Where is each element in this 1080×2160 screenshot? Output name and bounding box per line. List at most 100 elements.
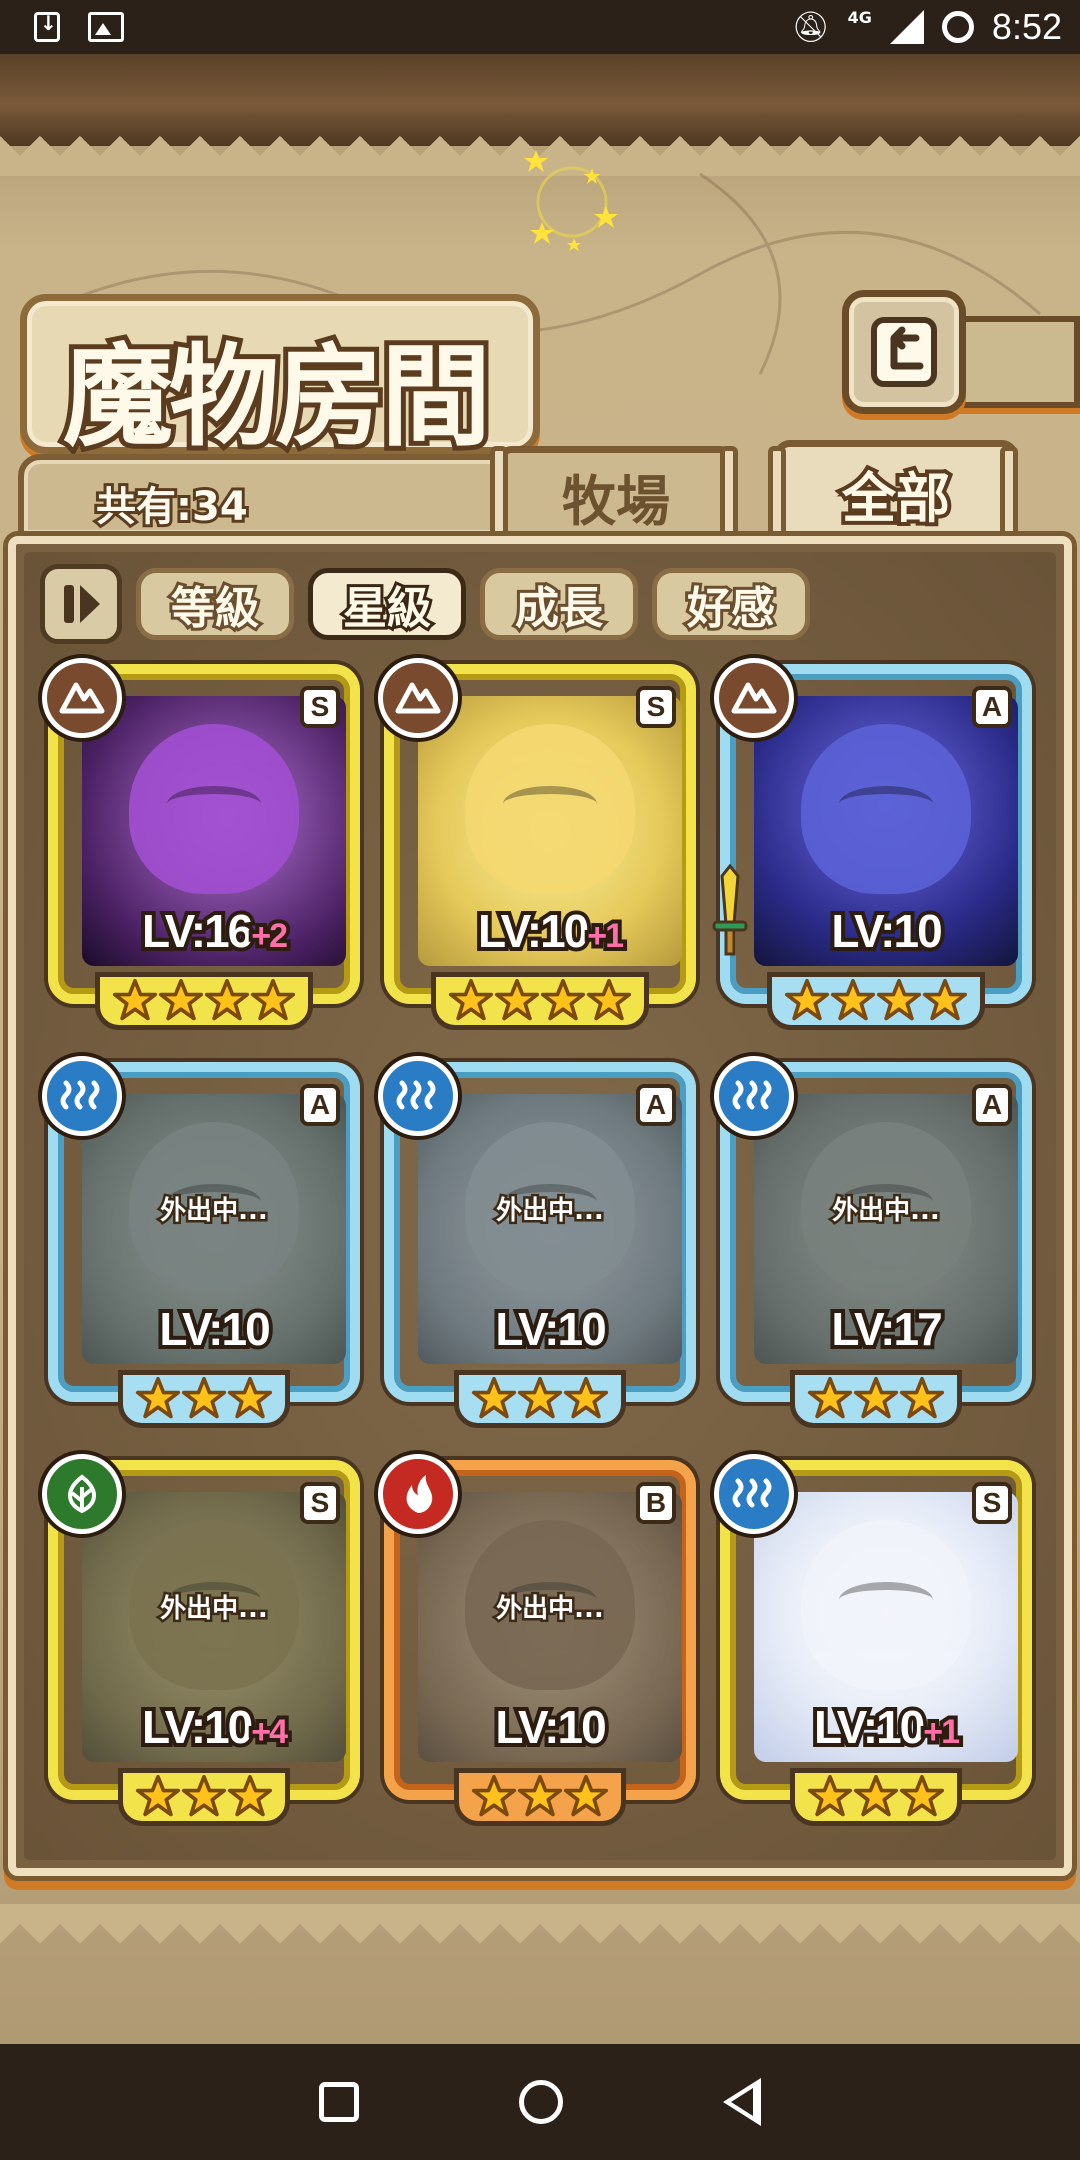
star-rating	[95, 972, 313, 1030]
monster-portrait: LV:16+2	[82, 696, 346, 966]
away-label: 外出中...	[158, 1194, 271, 1229]
monster-portrait: LV:10	[754, 696, 1018, 966]
back-button[interactable]	[842, 290, 966, 414]
home-button[interactable]	[519, 2080, 563, 2124]
away-label: 外出中...	[494, 1592, 607, 1627]
back-nav-button[interactable]	[723, 2078, 761, 2126]
monster-level: LV:10	[82, 1299, 346, 1359]
sort-bar: 等級 星級 成長 好感	[40, 564, 810, 644]
monster-level: LV:17	[754, 1299, 1018, 1359]
monster-card[interactable]: LV:10+1 S	[378, 658, 696, 1032]
star-rating	[431, 972, 649, 1030]
game-screen: 魔物房間 共有:34 牧場 全部 等級 星級 成長 好感 LV:16+2 S L…	[0, 54, 1080, 2044]
rank-badge: S	[300, 1482, 340, 1524]
monster-portrait: LV:10+1	[418, 696, 682, 966]
monster-level: LV:10+1	[754, 1697, 1018, 1757]
notifications-off-icon: 🔕︎	[791, 9, 830, 45]
sort-level-button[interactable]: 等級	[136, 568, 294, 640]
level-bonus: +1	[919, 1709, 964, 1755]
sort-star-button[interactable]: 星級	[308, 568, 466, 640]
monster-level: LV:10+1	[418, 901, 682, 961]
water-element-icon	[714, 1454, 794, 1534]
sort-growth-button[interactable]: 成長	[480, 568, 638, 640]
level-value: LV:17	[827, 1299, 946, 1359]
monster-card[interactable]: 外出中... LV:10 A	[42, 1056, 360, 1430]
pause-sort-icon	[64, 585, 100, 623]
wood-element-icon	[42, 1454, 122, 1534]
earth-element-icon	[378, 658, 458, 738]
water-element-icon	[378, 1056, 458, 1136]
away-label: 外出中...	[494, 1194, 607, 1229]
monster-portrait: 外出中... LV:10	[82, 1094, 346, 1364]
recents-button[interactable]	[319, 2082, 359, 2122]
monster-level: LV:10+4	[82, 1697, 346, 1757]
star-rating	[454, 1370, 626, 1428]
monster-character	[465, 724, 635, 895]
network-type: 4G	[847, 7, 872, 27]
monster-card[interactable]: LV:10 A	[712, 658, 1032, 1032]
sync-icon	[941, 11, 974, 43]
rank-badge: A	[300, 1084, 340, 1126]
level-value: LV:16	[138, 901, 257, 961]
monster-count: 共有:34	[93, 481, 251, 533]
monster-card[interactable]: 外出中... LV:10 A	[378, 1056, 696, 1430]
level-bonus: +1	[583, 913, 628, 959]
sword-icon	[712, 864, 748, 956]
sort-order-toggle[interactable]	[40, 564, 122, 644]
monster-portrait: LV:10+1	[754, 1492, 1018, 1762]
fire-element-icon	[378, 1454, 458, 1534]
page-title: 魔物房間	[58, 327, 496, 466]
monster-character	[801, 1520, 971, 1691]
tab-divider	[768, 446, 786, 542]
earth-element-icon	[42, 658, 122, 738]
monster-level: LV:10	[418, 1697, 682, 1757]
away-label: 外出中...	[158, 1592, 271, 1627]
level-value: LV:10	[491, 1697, 610, 1757]
rank-badge: A	[972, 1084, 1012, 1126]
star-rating	[790, 1370, 962, 1428]
rank-badge: S	[972, 1482, 1012, 1524]
loading-stars-icon	[524, 150, 618, 251]
monster-level: LV:16+2	[82, 901, 346, 961]
monster-card[interactable]: 外出中... LV:17 A	[714, 1056, 1032, 1430]
monster-card[interactable]: LV:10+1 S	[714, 1454, 1032, 1828]
tab-divider	[490, 446, 508, 542]
download-icon	[34, 11, 60, 42]
image-icon	[88, 12, 124, 42]
monster-portrait: 外出中... LV:10	[418, 1492, 682, 1762]
monster-portrait: 外出中... LV:10	[418, 1094, 682, 1364]
rank-badge: A	[636, 1084, 676, 1126]
tab-divider	[720, 446, 738, 542]
title-plate: 魔物房間	[20, 294, 540, 466]
star-rating	[790, 1768, 962, 1826]
clock: 8:52	[991, 6, 1062, 47]
water-element-icon	[42, 1056, 122, 1136]
monster-card[interactable]: LV:16+2 S	[42, 658, 360, 1032]
monster-card[interactable]: 外出中... LV:10+4 S	[42, 1454, 360, 1828]
monster-card[interactable]: 外出中... LV:10 B	[378, 1454, 696, 1828]
level-value: LV:10	[491, 1299, 610, 1359]
tab-ranch[interactable]: 牧場	[496, 446, 736, 540]
monster-level: LV:10	[754, 901, 1018, 961]
monster-character	[129, 724, 299, 895]
level-value: LV:10	[827, 901, 946, 961]
status-bar: 🔕︎ 4G 8:52	[0, 0, 1080, 54]
star-rating	[767, 972, 985, 1030]
level-value: LV:10	[474, 901, 593, 961]
return-icon	[871, 317, 937, 387]
water-element-icon	[714, 1056, 794, 1136]
level-value: LV:10	[810, 1697, 929, 1757]
rank-badge: S	[636, 686, 676, 728]
star-rating	[454, 1768, 626, 1826]
bottom-border-decoration	[0, 1904, 1080, 2044]
monster-portrait: 外出中... LV:17	[754, 1094, 1018, 1364]
rank-badge: S	[300, 686, 340, 728]
monster-grid: LV:16+2 S LV:10+1 S LV:10 A 外出中... LV:10…	[42, 658, 1038, 1858]
level-value: LV:10	[138, 1697, 257, 1757]
monster-level: LV:10	[418, 1299, 682, 1359]
sort-affection-button[interactable]: 好感	[652, 568, 810, 640]
rank-badge: A	[972, 686, 1012, 728]
monster-character	[801, 724, 971, 895]
tab-all[interactable]: 全部	[774, 440, 1018, 540]
star-rating	[118, 1768, 290, 1826]
